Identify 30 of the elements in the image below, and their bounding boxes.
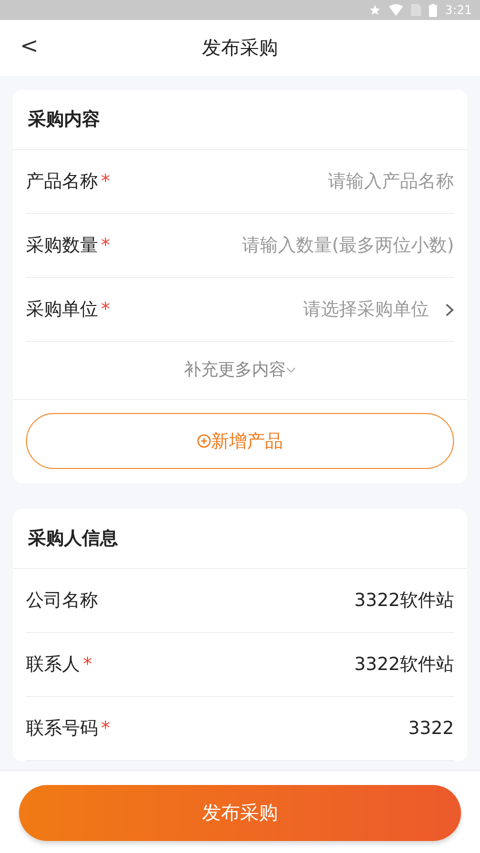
required-asterisk: * — [101, 298, 110, 322]
chevron-down-icon — [286, 367, 296, 374]
input-field[interactable]: 请输入数量(最多两位小数) — [174, 232, 454, 259]
unit-select[interactable]: 请选择采购单位 — [303, 296, 454, 323]
field-value: 3322软件站 — [354, 589, 454, 613]
chevron-right-icon — [445, 302, 454, 316]
field-label: 产品名称 — [26, 170, 98, 194]
field-label: 采购数量 — [26, 234, 98, 258]
input-field[interactable]: 请输入产品名称 — [174, 168, 454, 195]
section-title: 采购内容 — [13, 90, 467, 150]
add-product-button[interactable]: 新增产品 — [26, 413, 454, 469]
field-value: 3322 — [408, 717, 454, 741]
field-value: 3322软件站 — [354, 653, 454, 677]
section-title: 采购人信息 — [13, 509, 467, 569]
more-content-toggle[interactable]: 补充更多内容 — [184, 358, 296, 384]
required-asterisk: * — [101, 717, 110, 741]
field-label: 联系人 — [26, 653, 80, 677]
plus-circle-icon — [197, 434, 211, 448]
field-label: 公司名称 — [26, 589, 98, 613]
required-asterisk: * — [101, 170, 110, 194]
star-icon — [369, 4, 382, 16]
field-label: 采购单位 — [26, 298, 98, 322]
required-asterisk: * — [83, 653, 92, 677]
page-title: 发布采购 — [202, 36, 278, 61]
battery-icon — [429, 4, 438, 16]
submit-button[interactable]: 发布采购 — [19, 785, 461, 841]
wifi-icon — [389, 4, 404, 16]
field-label: 联系号码 — [26, 717, 98, 741]
back-button[interactable]: < — [14, 32, 44, 62]
required-asterisk: * — [101, 234, 110, 258]
